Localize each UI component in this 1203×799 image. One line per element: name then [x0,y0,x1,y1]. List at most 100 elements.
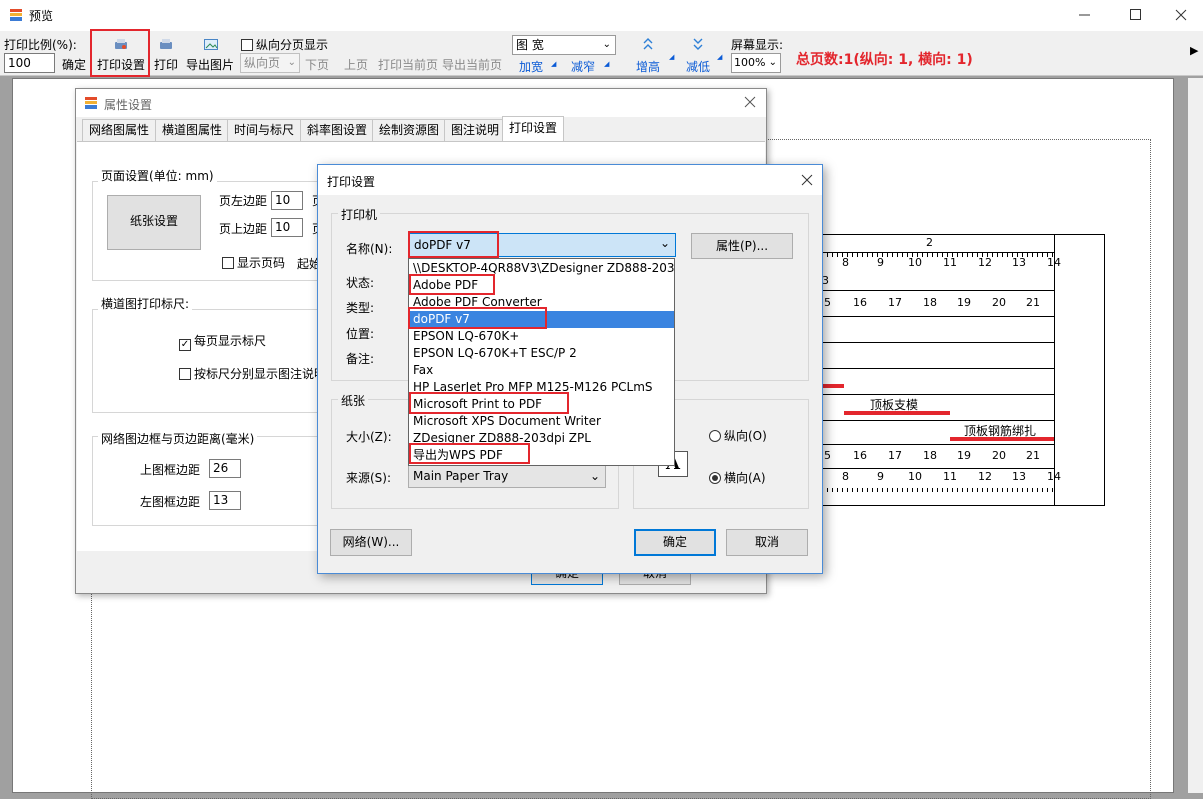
left-margin-label: 页左边距 [219,194,268,208]
each-page-ruler-checkbox[interactable]: ✓ 每页显示标尺 [179,332,266,351]
day-cell: 16 [853,449,867,462]
left-border-label: 左图框边距 [140,495,201,509]
printer-option[interactable]: EPSON LQ-670K+T ESC/P 2 [410,345,674,362]
landscape-radio[interactable]: 横向(A) [709,469,766,486]
next-page-button[interactable]: 下页 [305,56,329,73]
decrease-height-button[interactable]: 减低 [686,58,710,75]
paper-source-select[interactable]: Main Paper Tray ⌄ [408,464,606,488]
border-group [92,436,322,526]
print-button[interactable]: 打印 [154,56,178,73]
top-margin-input[interactable]: 10 [271,218,303,237]
tab-time-ruler[interactable]: 时间与标尺 [227,119,302,141]
chevron-down-icon: ⌄ [589,469,600,483]
network-label: 网络(W)... [342,535,400,549]
window-title-bar: 预览 [0,0,1203,31]
printer-option[interactable]: Microsoft XPS Document Writer [410,413,674,430]
decrease-triangle-icon: ◢ [717,53,723,61]
vertical-paging-label: 纵向分页显示 [256,38,329,52]
print-setup-button[interactable]: 打印设置 [90,29,150,77]
split-by-ruler-check [179,368,191,380]
landscape-label: 横向(A) [724,471,766,485]
partial-label: 3 [822,274,829,287]
print-setup-title: 打印设置 [327,175,376,189]
left-border-input[interactable]: 13 [209,491,241,510]
day-row-bottom: 5 16 17 18 19 20 21 [822,446,1055,468]
printer-option[interactable]: Fax [410,362,674,379]
print-scale-input[interactable]: 100 [4,53,55,73]
print-scale-label: 打印比例(%): [4,38,77,52]
close-icon[interactable] [744,96,756,111]
printer-setup-icon [114,39,128,54]
close-icon[interactable] [801,174,813,189]
print-setup-titlebar [318,165,822,195]
paper-source-value: Main Paper Tray [413,469,509,483]
width-select-value: 图 宽 [516,38,544,52]
vertical-scrollbar[interactable] [1188,78,1203,793]
window-title: 预览 [29,9,54,23]
network-button[interactable]: 网络(W)... [330,529,412,556]
toolbar-overflow-icon[interactable]: ▶ [1190,44,1198,57]
tab-print-settings[interactable]: 打印设置 [502,116,565,142]
narrow-button[interactable]: 减窄 [571,58,595,75]
top-border-label: 上图框边距 [140,463,201,477]
chevron-down-icon: ⌄ [660,236,671,250]
portrait-radio[interactable]: 纵向(O) [709,427,767,444]
portrait-radio-dot [709,430,721,442]
export-image-button[interactable]: 导出图片 [186,56,234,73]
row-line-1 [822,316,1055,317]
print-ok-button[interactable]: 确定 [634,529,716,556]
scale-confirm-button[interactable]: 确定 [62,56,86,73]
portrait-label: 纵向(O) [724,429,767,443]
status-label: 状态: [346,276,375,290]
top-border-input[interactable]: 26 [209,459,241,478]
ruler-tick-9: 9 [877,470,884,483]
ruler-tick-12: 12 [978,256,992,269]
tab-slope[interactable]: 斜率图设置 [300,119,375,141]
export-image-icon [204,39,218,54]
width-select[interactable]: 图 宽 ⌄ [512,35,616,55]
ruler-tick-10: 10 [908,256,922,269]
prev-page-button[interactable]: 上页 [344,56,368,73]
maximize-icon[interactable] [1129,8,1143,22]
day-cell: 17 [888,296,902,309]
vertical-page-select[interactable]: 纵向页 ⌄ [240,53,300,73]
minimize-icon[interactable] [1078,8,1092,22]
printer-properties-button[interactable]: 属性(P)... [691,233,793,259]
gantt-line-right [1104,234,1105,506]
vertical-paging-checkbox[interactable]: 纵向分页显示 [241,36,328,53]
zoom-select[interactable]: 100% ⌄ [731,53,781,73]
paper-source-label: 来源(S): [346,471,392,485]
increase-height-button[interactable]: 增高 [636,58,660,75]
paper-settings-label: 纸张设置 [129,214,178,228]
show-page-number-checkbox[interactable]: 显示页码 [222,254,285,271]
left-margin-input[interactable]: 10 [271,191,303,210]
paper-settings-button[interactable]: 纸张设置 [107,195,201,250]
total-pages-text: 总页数:1(纵向: 1, 横向: 1) [796,52,973,68]
widen-button[interactable]: 加宽 [519,58,543,75]
narrow-triangle-icon: ◢ [604,60,610,68]
day-cell: 5 [824,449,831,462]
print-cancel-button[interactable]: 取消 [726,529,808,556]
tab-resource[interactable]: 绘制资源图 [372,119,447,141]
printer-properties-label: 属性(P)... [715,239,769,253]
print-current-button[interactable]: 打印当前页 [378,56,438,73]
type-label: 类型: [346,301,375,315]
gantt-header-number: 2 [926,236,933,249]
ruler-bottom [822,488,1055,506]
printer-option[interactable]: EPSON LQ-670K+ [410,328,674,345]
tab-legend[interactable]: 图注说明 [444,119,507,141]
export-current-button[interactable]: 导出当前页 [442,56,502,73]
row-line-7 [822,468,1055,469]
tab-gantt[interactable]: 横道图属性 [155,119,230,141]
show-page-number-check [222,257,234,269]
ruler-group [92,309,322,413]
split-by-ruler-checkbox[interactable]: 按标尺分别显示图注说明 [179,365,319,382]
tab-network[interactable]: 网络图属性 [82,119,157,141]
page-settings-title: 页面设置(单位: mm) [98,167,217,184]
chevron-down-icon: ⌄ [768,57,777,68]
close-icon[interactable] [1174,8,1188,22]
day-cell: 20 [992,449,1006,462]
ruler-tick-10: 10 [908,470,922,483]
top-margin-label: 页上边距 [219,222,268,236]
gantt-chart: 2 8 9 10 11 12 13 14 3 5 16 17 18 19 20 … [822,234,1105,506]
